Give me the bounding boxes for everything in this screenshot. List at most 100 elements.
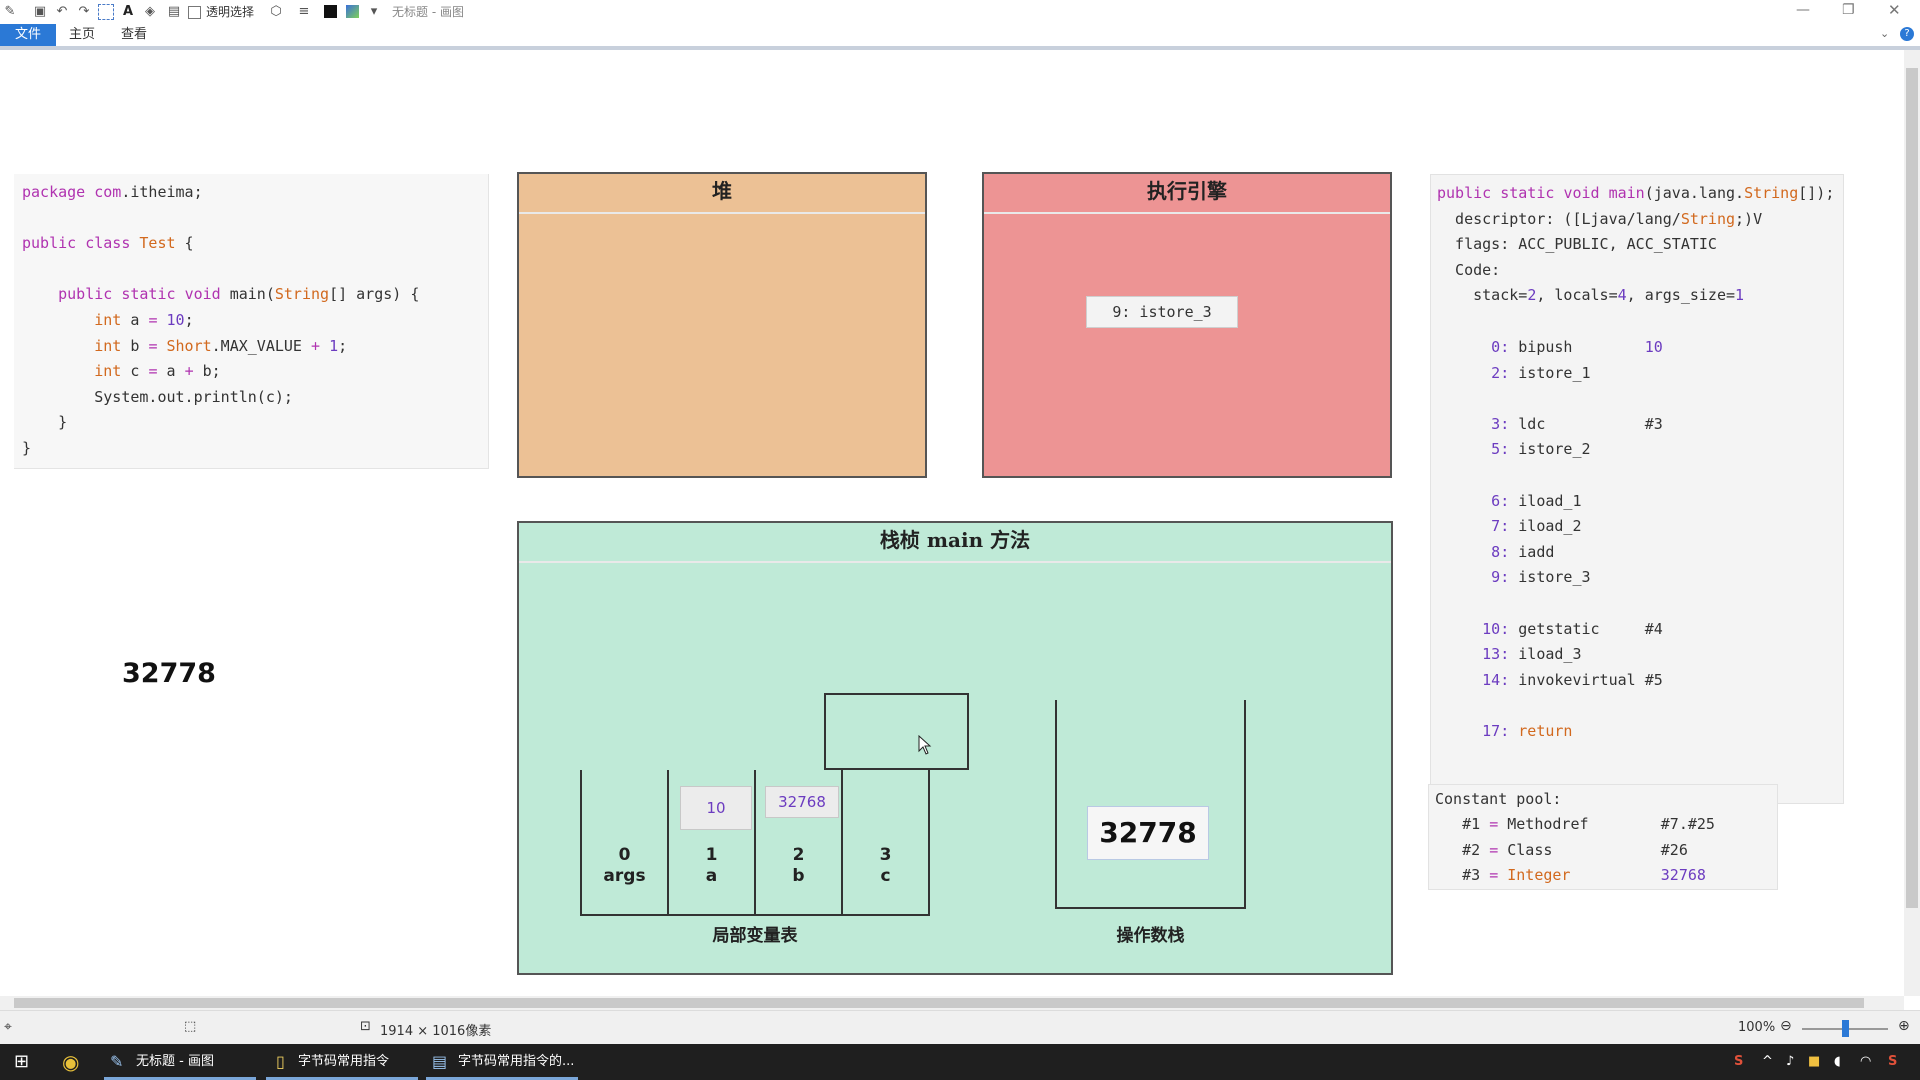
- undo-icon[interactable]: ↶: [54, 4, 70, 20]
- local-value-a: 10: [680, 786, 752, 830]
- current-instruction: 9: istore_3: [1086, 296, 1238, 328]
- notification-icon[interactable]: S: [1888, 1044, 1897, 1080]
- mic-icon[interactable]: ♪: [1786, 1044, 1794, 1080]
- text-tool-icon[interactable]: A: [120, 4, 136, 20]
- locals-divider: [754, 770, 756, 916]
- tab-file[interactable]: 文件: [0, 24, 56, 46]
- line-width-icon[interactable]: ≡: [296, 4, 312, 20]
- locals-border: [580, 770, 582, 916]
- select-icon[interactable]: [98, 4, 114, 20]
- volume-icon[interactable]: ◖: [1834, 1044, 1841, 1080]
- help-icon[interactable]: ?: [1900, 27, 1914, 41]
- color2-swatch[interactable]: [346, 5, 359, 18]
- execution-engine-box: 执行引擎 9: istore_3: [982, 172, 1392, 478]
- mouse-cursor-icon: [918, 735, 932, 755]
- bytecode-instruction: 14: invokevirtual #5: [1464, 670, 1663, 689]
- network-icon[interactable]: ■: [1808, 1044, 1820, 1080]
- vertical-scroll-thumb[interactable]: [1906, 68, 1918, 908]
- clipboard-icon[interactable]: ▤: [166, 4, 182, 20]
- transparent-select-label: 透明选择: [206, 5, 255, 19]
- window-icon[interactable]: ▤: [432, 1044, 447, 1080]
- paint-canvas[interactable]: package com.itheima; public class Test {…: [0, 50, 1904, 996]
- taskbar-item-doc1[interactable]: 字节码常用指令: [298, 1044, 389, 1080]
- console-output: 32778: [122, 658, 216, 689]
- heap-title: 堆: [519, 174, 925, 214]
- paint-app-icon: ✎: [4, 4, 16, 19]
- code-line: System.out.println(c);: [22, 387, 293, 406]
- local-name: args: [603, 866, 646, 886]
- code-line: int b = Short.MAX_VALUE + 1;: [94, 336, 348, 355]
- window-title: 无标题 - 画图: [392, 5, 464, 19]
- save-icon[interactable]: ▣: [32, 4, 48, 20]
- code-line: }: [22, 438, 32, 457]
- ime-icon[interactable]: S: [1734, 1044, 1743, 1080]
- code-line: int c = a + b;: [94, 362, 221, 381]
- operand-stack-label: 操作数栈: [1116, 926, 1185, 946]
- customize-toolbar-icon[interactable]: ▾: [366, 4, 382, 20]
- locals-border: [928, 770, 930, 916]
- bytecode-instruction: 0: bipush 10: [1464, 338, 1663, 356]
- constant-pool-entries: #1 = Methodref #7.#25 #2 = Class #26 #3 …: [1435, 812, 1715, 889]
- bytecode-instructions: 0: bipush 10 2: istore_1 3: ldc #3 5: is…: [1437, 335, 1663, 745]
- tab-view[interactable]: 查看: [114, 24, 154, 46]
- stack-frame-title: 栈桢 main 方法: [519, 523, 1391, 563]
- ribbon-collapse-icon[interactable]: ⌄: [1880, 27, 1889, 40]
- color1-swatch[interactable]: [324, 5, 337, 18]
- bytecode-instruction: 10: getstatic #4: [1464, 619, 1663, 638]
- code-line: package com.itheima;: [22, 183, 203, 201]
- start-icon[interactable]: ⊞: [14, 1044, 29, 1080]
- zoom-out-icon[interactable]: ⊖: [1780, 1018, 1792, 1034]
- bytecode-header: public static void main(java.lang.String…: [1437, 181, 1834, 309]
- zoom-in-icon[interactable]: ⊕: [1898, 1018, 1910, 1034]
- document-icon[interactable]: ▯: [276, 1044, 285, 1080]
- taskbar-item-doc2[interactable]: 字节码常用指令的...: [458, 1044, 574, 1080]
- locals-divider: [667, 770, 669, 916]
- redo-icon[interactable]: ↷: [76, 4, 92, 20]
- paint-taskbar-icon[interactable]: ✎: [110, 1044, 123, 1080]
- bytecode-instruction: 13: iload_3: [1464, 645, 1645, 664]
- taskbar: ⊞ ◉ ✎ 无标题 - 画图 ▯ 字节码常用指令 ▤ 字节码常用指令的... S…: [0, 1044, 1920, 1080]
- tab-home[interactable]: 主页: [62, 24, 102, 46]
- bytecode-header-line: public static void main(java.lang.String…: [1437, 184, 1835, 202]
- local-name: a: [705, 866, 718, 886]
- local-slot-3: 3 c: [843, 845, 928, 887]
- bytecode-header-line: Code:: [1437, 260, 1501, 279]
- taskbar-item-paint[interactable]: 无标题 - 画图: [136, 1044, 214, 1080]
- bytecode-panel: public static void main(java.lang.String…: [1430, 174, 1844, 804]
- cursor-position-icon: ⌖: [4, 1019, 12, 1035]
- zoom-slider-thumb[interactable]: [1842, 1020, 1849, 1037]
- operand-stack-border: [1244, 700, 1246, 909]
- heap-box: 堆: [517, 172, 927, 478]
- code-line: public static void main(String[] args) {: [58, 285, 420, 304]
- drawn-rectangle[interactable]: [824, 693, 969, 770]
- maximize-icon[interactable]: ❐: [1842, 2, 1855, 18]
- constant-pool-entry: #3 = Integer 32768: [1435, 866, 1706, 885]
- title-bar: ✎ ▣ ↶ ↷ A ◈ ▤ 透明选择 ⬡ ≡ ▾ 无标题 - 画图 — ❐ ✕: [0, 0, 1920, 24]
- chrome-icon[interactable]: ◉: [62, 1044, 79, 1080]
- tray-chevron-icon[interactable]: ^: [1762, 1044, 1773, 1080]
- canvas-dimensions: 1914 × 1016像素: [380, 1024, 492, 1039]
- local-name: c: [880, 866, 891, 886]
- bytecode-header-line: flags: ACC_PUBLIC, ACC_STATIC: [1437, 235, 1717, 254]
- operand-stack-top: 32778: [1087, 806, 1209, 860]
- constant-pool-title: Constant pool:: [1435, 790, 1562, 808]
- wifi-icon[interactable]: ◠: [1860, 1044, 1871, 1080]
- fill-icon[interactable]: ◈: [142, 4, 158, 20]
- horizontal-scroll-thumb[interactable]: [14, 998, 1864, 1008]
- bytecode-instruction: 3: ldc #3: [1464, 414, 1663, 433]
- operand-stack-bottom: [1055, 907, 1246, 909]
- local-value-b: 32768: [765, 786, 839, 818]
- local-name: b: [792, 866, 805, 886]
- operand-stack-border: [1055, 700, 1057, 909]
- bytecode-instruction: [1437, 693, 1663, 719]
- local-slot-1: 1 a: [669, 845, 754, 887]
- shapes-icon[interactable]: ⬡: [268, 4, 284, 20]
- ribbon-tabs: 文件 主页 查看 ⌄ ?: [0, 24, 1920, 46]
- local-index: 1: [705, 845, 718, 865]
- minimize-icon[interactable]: —: [1796, 2, 1810, 18]
- close-icon[interactable]: ✕: [1888, 1, 1901, 19]
- bytecode-instruction: [1437, 386, 1663, 412]
- transparent-checkbox[interactable]: [188, 6, 201, 19]
- code-line: }: [22, 413, 68, 432]
